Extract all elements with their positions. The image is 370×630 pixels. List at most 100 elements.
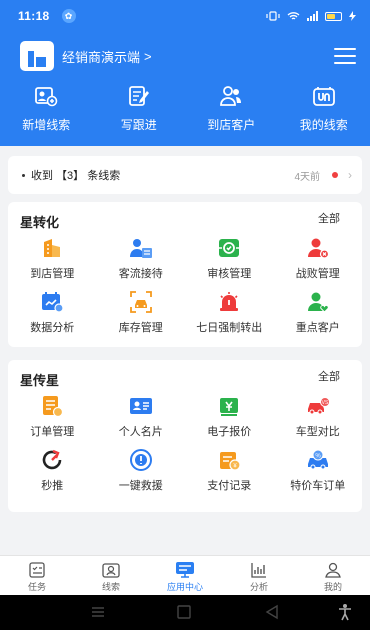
bullet-dot [22, 173, 25, 177]
seven-day-transfer-icon [217, 290, 241, 314]
view-all-link[interactable]: 全部 [318, 210, 340, 226]
tab-profile[interactable]: 我的 [296, 556, 370, 595]
app-special-car-order[interactable]: % 特价车订单 [274, 448, 363, 493]
task-icon [27, 561, 47, 579]
brand-logo [20, 41, 54, 71]
app-store-management[interactable]: 到店管理 [8, 236, 97, 281]
view-all-link[interactable]: 全部 [318, 368, 340, 384]
svg-text:VS: VS [321, 400, 328, 406]
brand-arrow-icon[interactable]: > [144, 49, 152, 64]
review-management-icon [217, 236, 241, 260]
app-label: 一键救援 [118, 480, 163, 492]
app-e-quote[interactable]: 电子报价 [185, 394, 274, 439]
payment-records-icon: ¥ [217, 448, 241, 472]
traffic-reception-icon [129, 236, 153, 260]
data-analysis-icon [40, 290, 64, 314]
bottom-tabbar: 任务 线索 应用中心 分析 我的 [0, 555, 370, 595]
special-car-order-icon: % [306, 448, 330, 472]
e-quote-icon [217, 394, 241, 418]
app-label: 审核管理 [207, 268, 252, 280]
quick-add-lead[interactable]: 新增线索 [0, 84, 93, 133]
order-management-icon [40, 394, 64, 418]
quick-label: 到店客户 [207, 118, 256, 132]
tab-app-center[interactable]: 应用中心 [148, 556, 222, 595]
analysis-icon [249, 561, 269, 579]
app-label: 秒推 [41, 480, 64, 492]
app-label: 电子报价 [207, 426, 252, 438]
quick-label: 写跟进 [120, 118, 157, 132]
lead-notice[interactable]: 收到 【3】 条线索 4天前 › [8, 156, 362, 194]
app-label: 个人名片 [118, 426, 163, 438]
leads-icon [101, 561, 121, 579]
app-order-management[interactable]: 订单管理 [8, 394, 97, 439]
notification-app-icon: ✿ [61, 9, 76, 23]
tab-label: 线索 [101, 582, 120, 592]
tab-label: 应用中心 [166, 582, 203, 592]
write-followup-icon [127, 84, 151, 108]
tab-label: 分析 [249, 582, 268, 592]
app-instant-push[interactable]: 秒推 [8, 448, 97, 493]
app-inventory-management[interactable]: 库存管理 [97, 290, 186, 335]
app-label: 七日强制转出 [196, 322, 263, 334]
app-car-compare[interactable]: VS 车型对比 [274, 394, 363, 439]
app-defeat-management[interactable]: 战败管理 [274, 236, 363, 281]
my-leads-icon [312, 84, 336, 108]
section-star-conversion: 星转化 全部 到店管理 客流接待 审核管理 战败管理 数据分析 库存管理 七日强… [8, 202, 362, 347]
profile-icon [323, 561, 343, 579]
app-review-management[interactable]: 审核管理 [185, 236, 274, 281]
brand-name[interactable]: 经销商演示端 [62, 47, 140, 66]
section-grid: 到店管理 客流接待 审核管理 战败管理 数据分析 库存管理 七日强制转出 重点客… [8, 236, 362, 335]
quick-actions: 新增线索 写跟进 到店客户 我的线索 [0, 84, 370, 133]
app-label: 库存管理 [118, 322, 163, 334]
chevron-right-icon: › [348, 168, 352, 182]
quick-my-leads[interactable]: 我的线索 [278, 84, 370, 133]
status-indicators [266, 11, 356, 21]
app-seven-day-transfer[interactable]: 七日强制转出 [185, 290, 274, 335]
app-label: 支付记录 [207, 480, 252, 492]
menu-nav-icon[interactable] [90, 603, 106, 621]
quick-store-customers[interactable]: 到店客户 [185, 84, 278, 133]
defeat-management-icon [306, 236, 330, 260]
add-lead-icon [34, 84, 58, 108]
tab-label: 我的 [323, 582, 342, 592]
car-compare-icon: VS [306, 394, 330, 418]
app-rescue[interactable]: 一键救援 [97, 448, 186, 493]
notice-time: 4天前 [294, 171, 320, 183]
tab-task[interactable]: 任务 [0, 556, 74, 595]
section-grid: 订单管理 个人名片 电子报价 VS 车型对比 秒推 一键救援 ¥ 支付记录 % … [8, 394, 362, 493]
tab-leads[interactable]: 线索 [74, 556, 148, 595]
app-header: 11:18 ✿ 经销商演示端 > 新增线索 写跟进 到店客户 我的线索 [0, 0, 370, 146]
app-label: 到店管理 [30, 268, 75, 280]
app-label: 战败管理 [295, 268, 340, 280]
app-label: 重点客户 [295, 322, 340, 334]
instant-push-icon [40, 448, 64, 472]
app-key-customers[interactable]: 重点客户 [274, 290, 363, 335]
store-customers-icon [219, 84, 243, 108]
signal-icon [307, 11, 318, 21]
brand-row[interactable]: 经销商演示端 > [20, 40, 356, 72]
app-payment-records[interactable]: ¥ 支付记录 [185, 448, 274, 493]
business-card-icon [129, 394, 153, 418]
unread-dot [332, 172, 338, 178]
section-title: 星转化 [20, 215, 60, 230]
app-traffic-reception[interactable]: 客流接待 [97, 236, 186, 281]
app-business-card[interactable]: 个人名片 [97, 394, 186, 439]
app-data-analysis[interactable]: 数据分析 [8, 290, 97, 335]
wifi-icon [287, 12, 300, 20]
app-label: 特价车订单 [290, 480, 346, 492]
back-nav-icon[interactable] [264, 603, 280, 621]
charging-icon [349, 11, 356, 21]
app-label: 数据分析 [30, 322, 75, 334]
svg-text:%: % [315, 454, 321, 460]
battery-icon [325, 11, 342, 21]
store-management-icon [40, 236, 64, 260]
menu-button[interactable] [334, 48, 356, 64]
quick-label: 新增线索 [22, 118, 71, 132]
inventory-management-icon [129, 290, 153, 314]
home-nav-icon[interactable] [175, 603, 193, 621]
quick-write-followup[interactable]: 写跟进 [93, 84, 186, 133]
accessibility-icon[interactable] [336, 603, 354, 621]
tab-label: 任务 [27, 582, 46, 592]
status-time: 11:18 [18, 9, 50, 23]
tab-analysis[interactable]: 分析 [222, 556, 296, 595]
